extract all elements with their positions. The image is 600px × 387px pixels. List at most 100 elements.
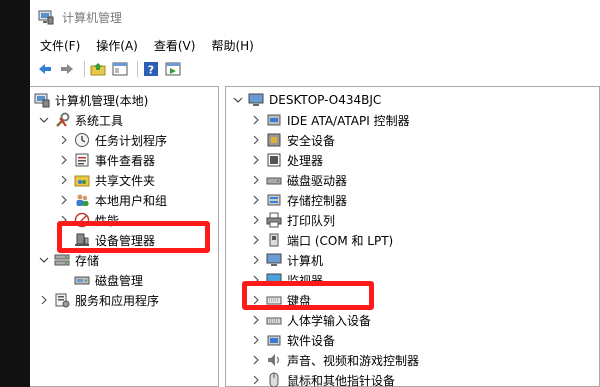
- chevron-right-icon[interactable]: [58, 174, 70, 186]
- chevron-right-icon[interactable]: [58, 154, 70, 166]
- software-device-icon: [266, 332, 282, 348]
- chevron-right-icon[interactable]: [250, 334, 262, 346]
- menu-file[interactable]: 文件(F): [34, 37, 86, 54]
- tree-label: 打印队列: [287, 213, 336, 228]
- disk-management-icon: [74, 272, 90, 288]
- chevron-right-icon[interactable]: [250, 154, 262, 166]
- tree-label: 鼠标和其他指针设备: [287, 373, 396, 387]
- highlight-box-keyboard: [242, 281, 374, 310]
- tree-label: 人体学输入设备: [287, 313, 372, 328]
- tree-item-computer-management[interactable]: 计算机管理(本地): [34, 90, 148, 110]
- chevron-right-icon[interactable]: [58, 194, 70, 206]
- title-bar: 计算机管理: [30, 0, 600, 34]
- tree-label: 磁盘管理: [95, 273, 144, 288]
- tree-label: 存储控制器: [287, 193, 348, 208]
- tree-item-human-interface-devices[interactable]: 人体学输入设备: [250, 310, 371, 330]
- ide-controller-icon: [266, 112, 282, 128]
- chevron-right-icon[interactable]: [38, 294, 50, 306]
- tree-item-services-applications[interactable]: 服务和应用程序: [38, 290, 159, 310]
- tree-item-sound-video-game[interactable]: 声音、视频和游戏控制器: [250, 350, 419, 370]
- help-icon[interactable]: ?: [142, 60, 160, 78]
- computer-management-icon: [38, 9, 54, 25]
- forward-arrow-icon[interactable]: [58, 60, 76, 78]
- tree-item-event-viewer[interactable]: 事件查看器: [58, 150, 155, 170]
- chevron-down-icon[interactable]: [38, 114, 50, 126]
- chevron-down-icon[interactable]: [38, 254, 50, 266]
- show-hide-tree-icon[interactable]: [111, 60, 129, 78]
- tree-label: 本地用户和组: [95, 193, 168, 208]
- chevron-right-icon[interactable]: [250, 174, 262, 186]
- menu-bar: 文件(F) 操作(A) 查看(V) 帮助(H): [30, 35, 600, 55]
- storage-icon: [54, 252, 70, 268]
- back-arrow-icon[interactable]: [36, 60, 54, 78]
- menu-help[interactable]: 帮助(H): [205, 37, 259, 54]
- computer-icon: [266, 252, 282, 268]
- tree-item-ports[interactable]: 端口 (COM 和 LPT): [250, 230, 393, 250]
- highlight-box-device-manager: [57, 221, 210, 253]
- device-tree-pane: DESKTOP-O434BJC IDE ATA/ATAPI 控制器 安全设备 处…: [225, 86, 600, 387]
- tree-label: 任务计划程序: [95, 133, 168, 148]
- printer-icon: [266, 212, 282, 228]
- services-icon: [54, 292, 70, 308]
- menu-view[interactable]: 查看(V): [148, 37, 202, 54]
- tree-item-shared-folders[interactable]: 共享文件夹: [58, 170, 155, 190]
- tree-item-disk-drives[interactable]: 磁盘驱动器: [250, 170, 347, 190]
- tree-label: DESKTOP-O434BJC: [269, 93, 382, 107]
- up-folder-icon[interactable]: [89, 60, 107, 78]
- tree-item-disk-management[interactable]: 磁盘管理: [70, 270, 143, 290]
- chevron-right-icon[interactable]: [58, 134, 70, 146]
- speaker-icon: [266, 352, 282, 368]
- tree-label: 共享文件夹: [95, 173, 156, 188]
- tree-item-mice[interactable]: 鼠标和其他指针设备: [250, 370, 395, 387]
- tree-item-system-tools[interactable]: 系统工具: [38, 110, 123, 130]
- chevron-right-icon[interactable]: [250, 374, 262, 386]
- tree-label: 存储: [75, 253, 100, 268]
- tree-label: 系统工具: [75, 113, 124, 128]
- tree-label: 端口 (COM 和 LPT): [287, 233, 394, 248]
- chevron-right-icon[interactable]: [250, 234, 262, 246]
- properties-icon[interactable]: [164, 60, 182, 78]
- svg-text:?: ?: [148, 64, 154, 77]
- tree-label: 计算机: [287, 253, 324, 268]
- clock-icon: [74, 132, 90, 148]
- menu-action[interactable]: 操作(A): [90, 37, 144, 54]
- tools-icon: [54, 112, 70, 128]
- chevron-right-icon[interactable]: [250, 114, 262, 126]
- users-icon: [74, 192, 90, 208]
- tree-item-ide-controller[interactable]: IDE ATA/ATAPI 控制器: [250, 110, 410, 130]
- window-title: 计算机管理: [62, 10, 123, 25]
- tree-item-task-scheduler[interactable]: 任务计划程序: [58, 130, 167, 150]
- storage-controller-icon: [266, 192, 282, 208]
- chevron-down-icon[interactable]: [232, 94, 244, 106]
- tree-label: 软件设备: [287, 333, 336, 348]
- tree-label: 声音、视频和游戏控制器: [287, 353, 420, 368]
- tree-item-print-queues[interactable]: 打印队列: [250, 210, 335, 230]
- disk-drive-icon: [266, 172, 282, 188]
- mouse-icon: [266, 372, 282, 387]
- chevron-right-icon[interactable]: [250, 134, 262, 146]
- toolbar-separator: [84, 61, 85, 77]
- tree-item-local-users-groups[interactable]: 本地用户和组: [58, 190, 167, 210]
- tree-item-computer[interactable]: 计算机: [250, 250, 323, 270]
- tree-label: 安全设备: [287, 133, 336, 148]
- event-viewer-icon: [74, 152, 90, 168]
- chevron-right-icon[interactable]: [250, 254, 262, 266]
- tree-item-security-devices[interactable]: 安全设备: [250, 130, 335, 150]
- tree-item-software-devices[interactable]: 软件设备: [250, 330, 335, 350]
- security-device-icon: [266, 132, 282, 148]
- hid-icon: [266, 312, 282, 328]
- tree-label: 计算机管理(本地): [55, 93, 149, 108]
- tree-item-processors[interactable]: 处理器: [250, 150, 323, 170]
- computer-management-icon: [34, 92, 50, 108]
- tree-item-storage[interactable]: 存储: [38, 250, 99, 270]
- chevron-right-icon[interactable]: [250, 314, 262, 326]
- tree-item-computer-root[interactable]: DESKTOP-O434BJC: [232, 90, 381, 110]
- computer-management-window: 计算机管理 文件(F) 操作(A) 查看(V) 帮助(H) ? 计算机管理(本地…: [30, 0, 600, 387]
- chevron-right-icon[interactable]: [250, 354, 262, 366]
- chevron-right-icon[interactable]: [250, 214, 262, 226]
- processor-icon: [266, 152, 282, 168]
- port-icon: [266, 232, 282, 248]
- tree-label: 处理器: [287, 153, 324, 168]
- tree-item-storage-controllers[interactable]: 存储控制器: [250, 190, 347, 210]
- chevron-right-icon[interactable]: [250, 194, 262, 206]
